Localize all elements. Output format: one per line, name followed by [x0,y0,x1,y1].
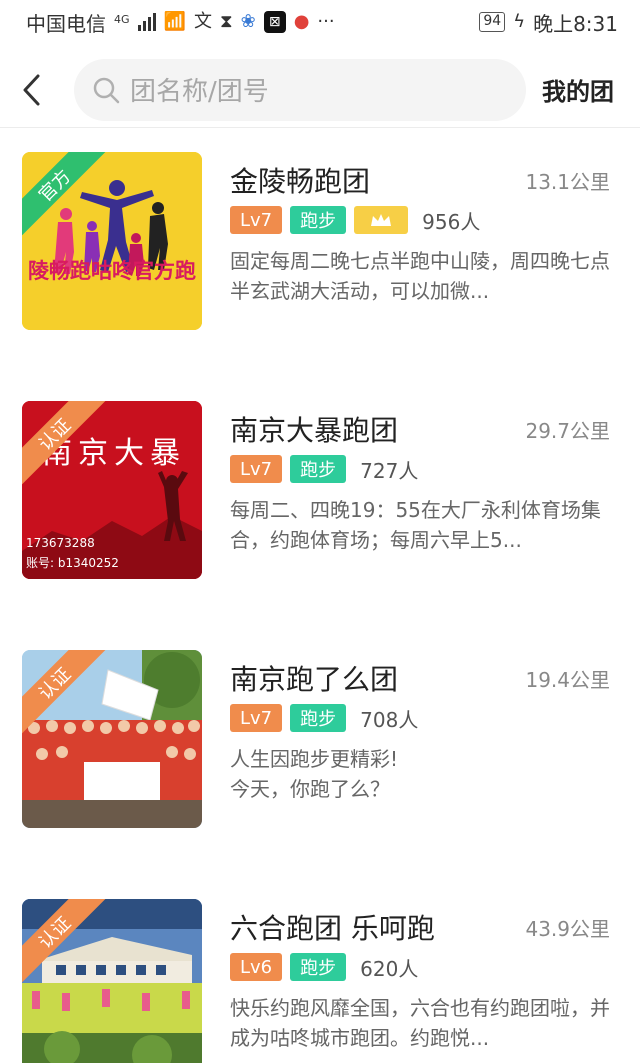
location-pin-icon: ● [293,11,310,32]
club-distance: 13.1公里 [525,170,610,194]
club-name: 南京大暴跑团 [230,414,399,447]
member-count: 956人 [422,209,481,234]
club-description: 人生因跑步更精彩! 今天，你跑了么？ [230,747,399,801]
member-count: 727人 [360,458,419,483]
crown-icon [354,206,409,234]
signal-icon [137,13,156,31]
thumb-account: 账号: b1340252 [26,556,119,570]
club-description: 每周二、四晚19：55在大厂永利体育场集合，约跑体育场；每周六早上5... [230,498,601,552]
clock: 晚上8:31 [533,11,618,36]
more-icon: ··· [317,11,335,32]
header: 团名称/团号 我的团 [0,52,640,128]
search-input[interactable]: 团名称/团号 [74,58,526,121]
club-thumbnail: 南京大暴 173673288 账号: b1340252 认证 [22,401,202,579]
sport-badge: 跑步 [290,206,347,234]
club-name: 六合跑团 乐呵跑 [230,912,435,945]
my-team-button[interactable]: 我的团 [542,72,614,107]
club-name: 南京跑了么团 [230,663,399,696]
level-badge: Lv7 [230,455,283,483]
wifi-icon: 📶 [163,11,186,32]
club-tags: Lv7 跑步 956人 [230,206,480,234]
hourglass-icon: ⧗ [219,11,233,32]
club-name: 金陵畅跑团 [230,165,371,198]
level-badge: Lv6 [230,953,283,981]
thumb-caption: 陵畅跑咕咚官方跑 [28,259,196,283]
club-tags: Lv7 跑步 708人 [230,704,418,732]
club-thumbnail: 认证 [22,899,202,1063]
charging-icon: ϟ [513,11,526,32]
club-description: 固定每周二晚七点半跑中山陵，周四晚七点半玄武湖大活动，可以加微... [230,249,610,303]
sport-badge: 跑步 [290,953,347,981]
network-type-label: 4G [114,12,130,26]
sport-badge: 跑步 [290,455,347,483]
translate-icon: 文 [193,11,212,32]
back-button[interactable] [0,60,64,120]
club-tags: Lv7 跑步 727人 [230,455,418,483]
battery-icon: 94 [479,12,506,32]
club-tags: Lv6 跑步 620人 [230,953,418,981]
club-item[interactable]: 陵畅跑咕咚官方跑 官方 金陵畅跑团 13.1公里 Lv7 跑步 956人 固定每… [0,130,640,330]
chevron-left-icon [23,74,40,105]
club-thumbnail: 陵畅跑咕咚官方跑 官方 [22,152,202,330]
search-icon [93,77,120,103]
carrier-label: 中国电信 [26,11,106,36]
club-item[interactable]: 认证 六合跑团 乐呵跑 43.9公里 Lv6 跑步 620人 快乐约跑风靡全国，… [0,877,640,1063]
member-count: 620人 [360,956,419,981]
member-count: 708人 [360,707,419,732]
club-distance: 43.9公里 [525,917,610,941]
status-bar: 中国电信 4G 📶 文 ⧗ ❀ ⊠ ● ··· 94 ϟ 晚上8:31 [0,0,640,44]
paw-icon: ❀ [240,11,256,32]
level-badge: Lv7 [230,206,283,234]
club-distance: 29.7公里 [525,419,610,443]
app-icon: ⊠ [263,11,286,33]
club-thumbnail: 认证 [22,650,202,828]
club-item[interactable]: 认证 南京跑了么团 19.4公里 Lv7 跑步 708人 人生因跑步更精彩! 今… [0,628,640,828]
club-item[interactable]: 南京大暴 173673288 账号: b1340252 认证 南京大暴跑团 29… [0,379,640,579]
club-description: 快乐约跑风靡全国，六合也有约跑团啦，并成为咕咚城市跑团。约跑悦... [230,996,610,1050]
search-placeholder: 团名称/团号 [130,77,269,107]
thumb-qq: 173673288 [26,536,95,550]
level-badge: Lv7 [230,704,283,732]
club-distance: 19.4公里 [525,668,610,692]
sport-badge: 跑步 [290,704,347,732]
